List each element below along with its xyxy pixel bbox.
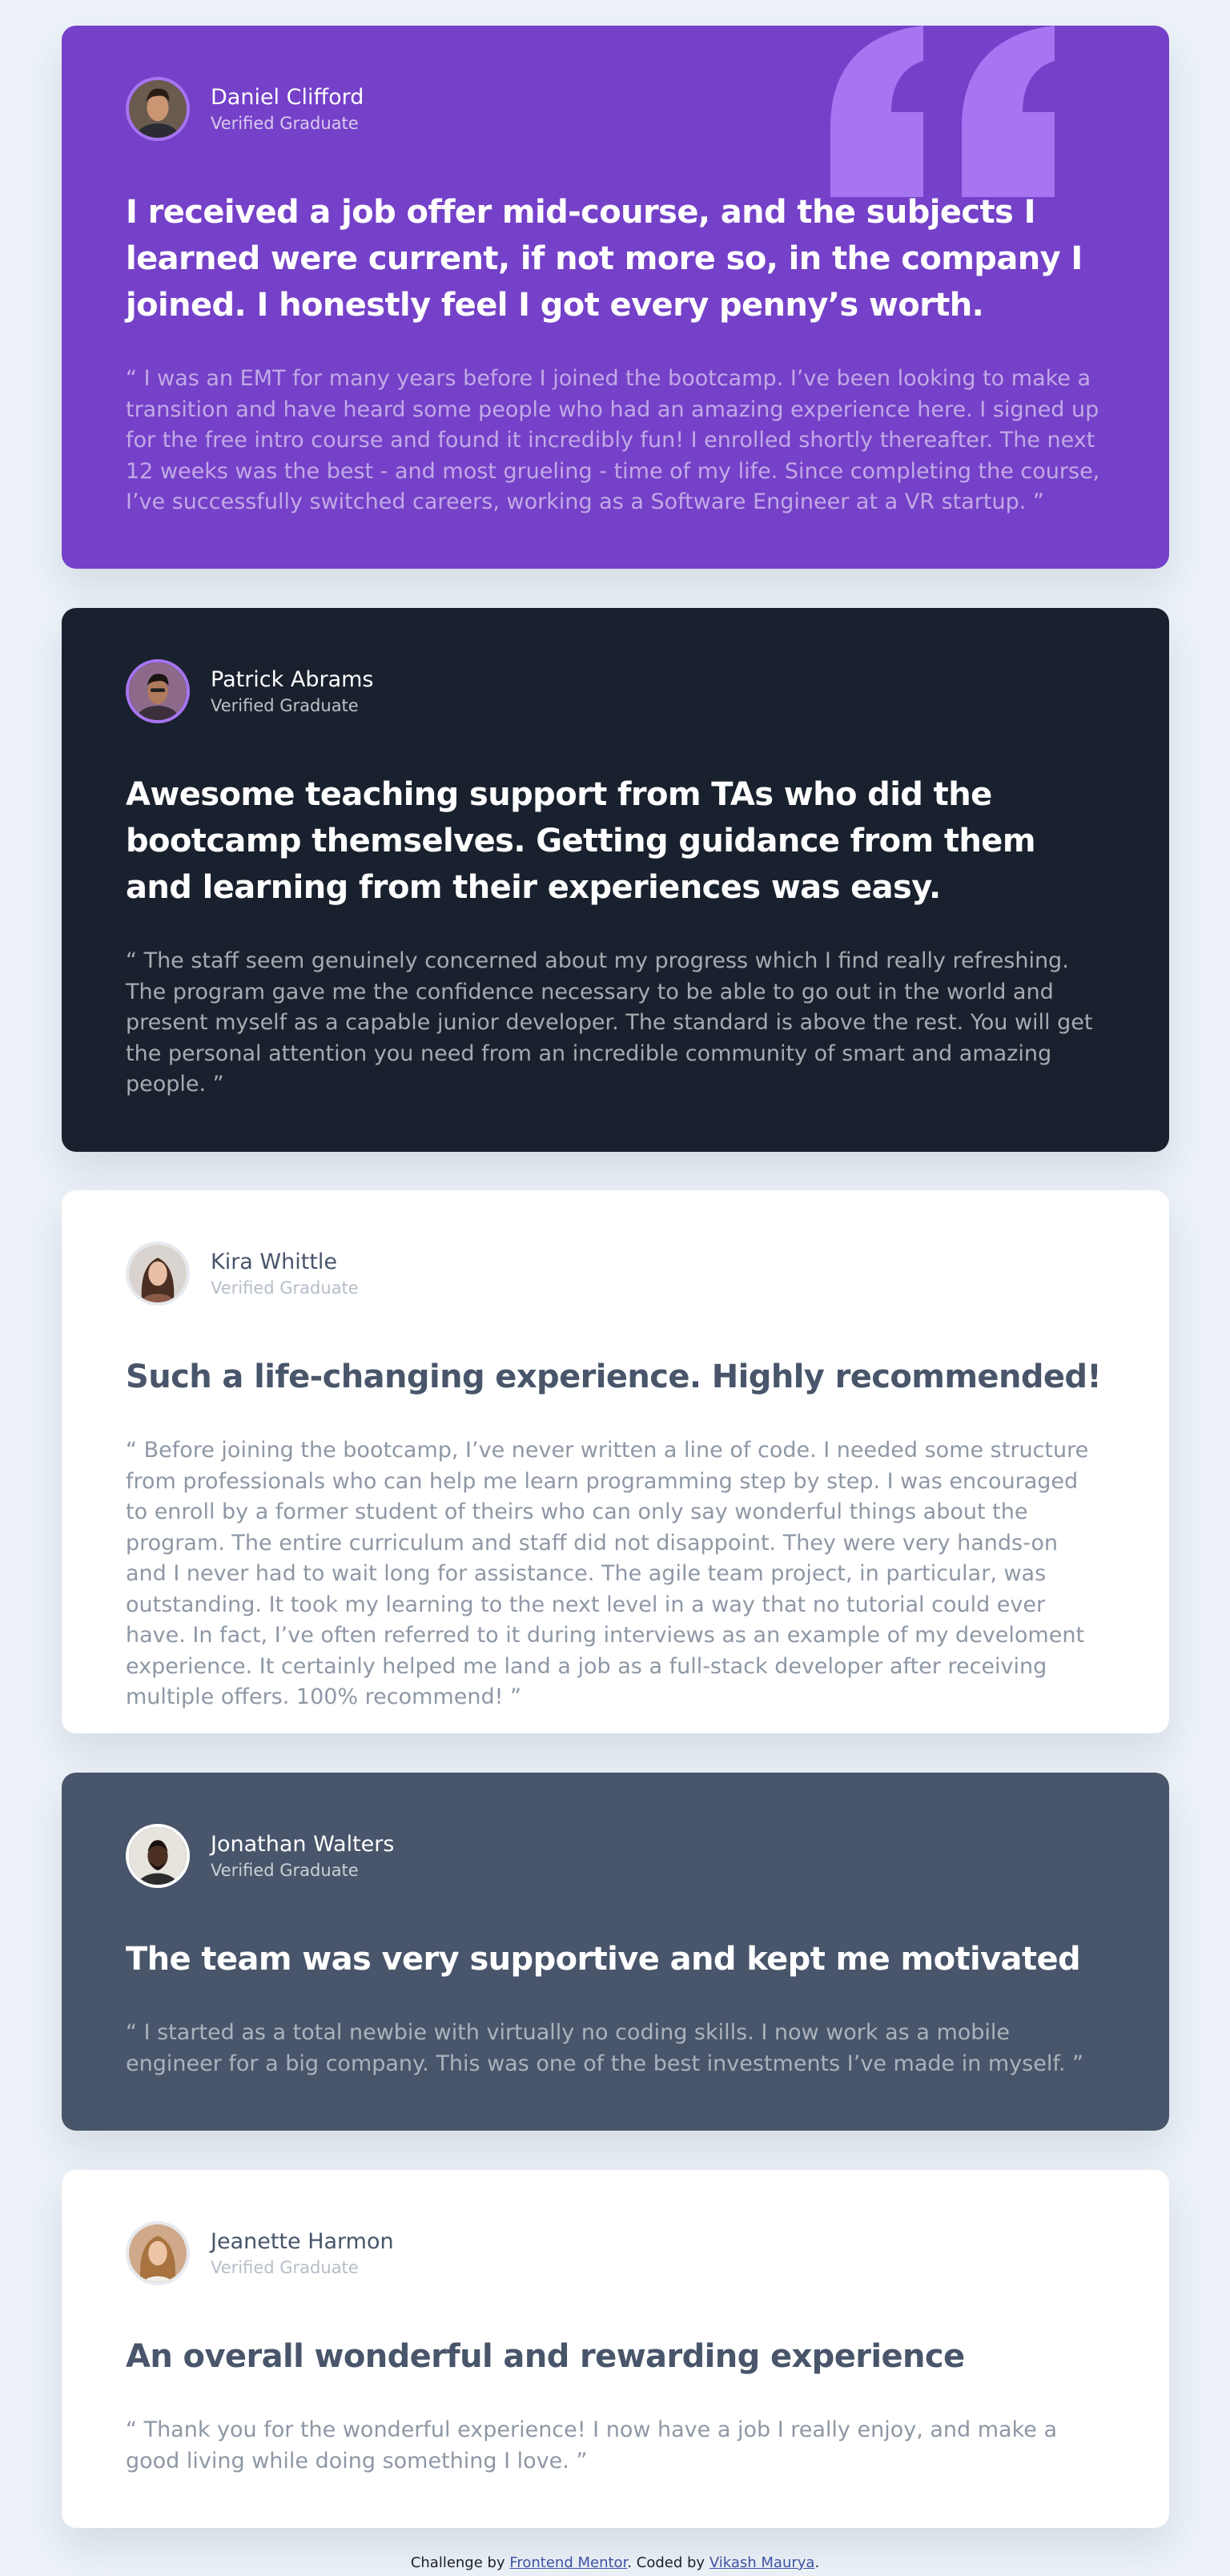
author-profile: Jonathan Walters Verified Graduate <box>126 1824 394 1888</box>
author-profile: Jeanette Harmon Verified Graduate <box>126 2221 394 2285</box>
author-role: Verified Graduate <box>211 696 359 715</box>
quotation-mark-icon <box>830 26 1055 197</box>
attribution-prefix: Challenge by <box>410 2554 510 2571</box>
testimonial-card-jonathan-walters: Jonathan Walters Verified Graduate The t… <box>62 1773 1169 2131</box>
testimonial-card-kira-whittle: Kira Whittle Verified Graduate Such a li… <box>62 1190 1169 1733</box>
testimonial-card-daniel-clifford: Daniel Clifford Verified Graduate I rece… <box>62 26 1169 569</box>
author-role: Verified Graduate <box>211 2258 359 2277</box>
author-name: Patrick Abrams <box>211 667 374 692</box>
author-profile: Daniel Clifford Verified Graduate <box>126 77 364 141</box>
testimonial-card-jeanette-harmon: Jeanette Harmon Verified Graduate An ove… <box>62 2170 1169 2528</box>
avatar <box>126 1242 190 1306</box>
testimonial-quote: “ The staff seem genuinely concerned abo… <box>126 948 1093 1097</box>
author-name: Jeanette Harmon <box>211 2229 394 2254</box>
author-name: Daniel Clifford <box>211 85 364 110</box>
attribution-suffix: . <box>814 2554 820 2571</box>
testimonial-headline: The team was very supportive and kept me… <box>126 1941 1081 1978</box>
author-link[interactable]: Vikash Maurya <box>709 2554 815 2571</box>
testimonial-headline: Such a life-changing experience. Highly … <box>126 1358 1102 1395</box>
author-profile: Patrick Abrams Verified Graduate <box>126 659 374 723</box>
attribution-middle: . Coded by <box>627 2554 709 2571</box>
author-name: Kira Whittle <box>211 1250 338 1274</box>
testimonial-quote: “ Thank you for the wonderful experience… <box>126 2417 1058 2473</box>
author-role: Verified Graduate <box>211 1278 359 1298</box>
author-profile: Kira Whittle Verified Graduate <box>126 1242 359 1306</box>
testimonial-headline: I received a job offer mid-course, and t… <box>126 194 1083 324</box>
testimonial-headline: An overall wonderful and rewarding exper… <box>126 2338 965 2375</box>
avatar <box>126 77 190 141</box>
avatar <box>126 2221 190 2285</box>
avatar <box>126 1824 190 1888</box>
author-role: Verified Graduate <box>211 1861 359 1880</box>
avatar <box>126 659 190 723</box>
author-role: Verified Graduate <box>211 114 359 133</box>
testimonial-card-patrick-abrams: Patrick Abrams Verified Graduate Awesome… <box>62 608 1169 1152</box>
testimonial-quote: “ I was an EMT for many years before I j… <box>126 366 1100 514</box>
frontend-mentor-link[interactable]: Frontend Mentor <box>509 2554 627 2571</box>
testimonial-quote: “ Before joining the bootcamp, I’ve neve… <box>126 1438 1089 1709</box>
testimonial-quote: “ I started as a total newbie with virtu… <box>126 2020 1084 2076</box>
testimonial-headline: Awesome teaching support from TAs who di… <box>126 776 1036 906</box>
attribution-footer: Challenge by Frontend Mentor. Coded by V… <box>0 2553 1230 2574</box>
author-name: Jonathan Walters <box>211 1832 395 1857</box>
